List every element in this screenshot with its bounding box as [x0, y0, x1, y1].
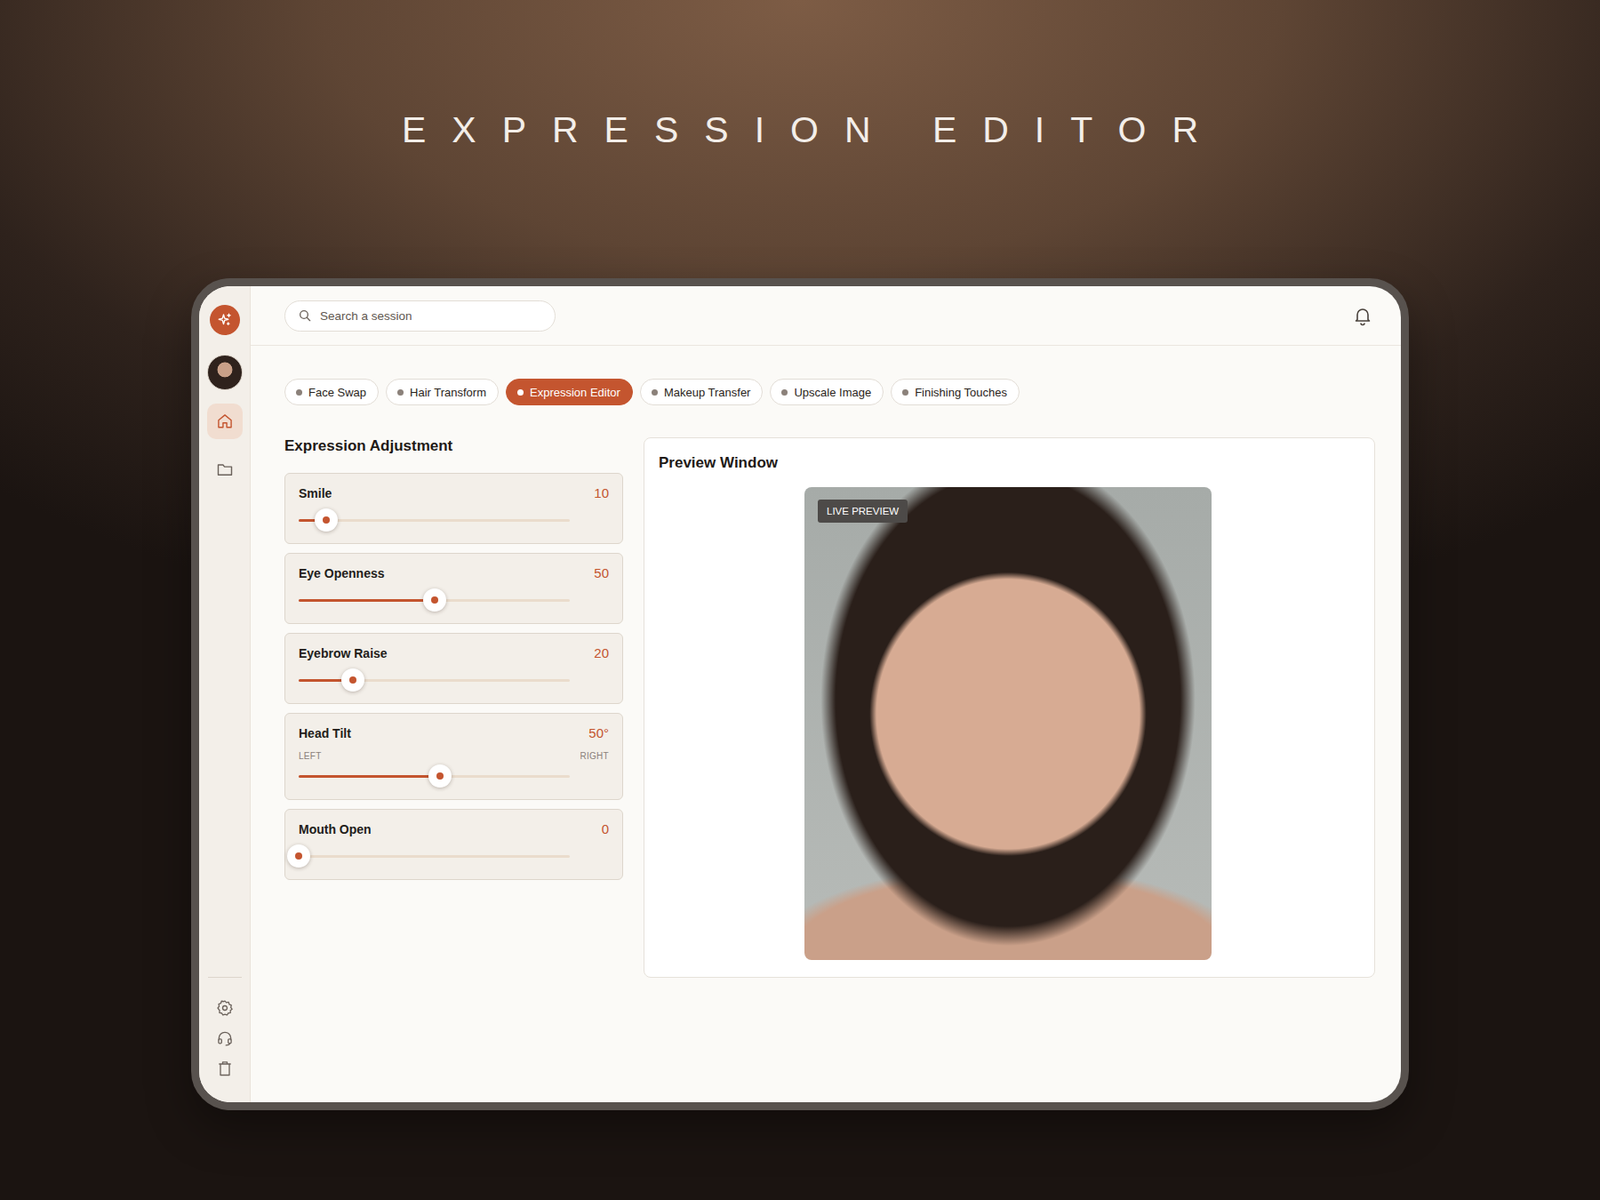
- top-bar: Search a session: [250, 286, 1401, 346]
- search-icon: [297, 308, 312, 323]
- sidebar-footer-item[interactable]: [212, 1025, 238, 1051]
- slider-reading: 0: [601, 821, 609, 838]
- tab-dot: [397, 389, 404, 396]
- slider-reading: 50: [593, 565, 609, 582]
- gear-icon: [216, 999, 234, 1017]
- slider[interactable]: [298, 764, 570, 788]
- slider[interactable]: [298, 668, 570, 692]
- sidebar-divider: [208, 976, 242, 978]
- slider-label: Smile: [298, 485, 332, 502]
- logo-icon[interactable]: [209, 304, 240, 336]
- sidebar: [199, 286, 251, 1103]
- adjustment-title: Expression Adjustment: [284, 437, 624, 456]
- preview-title: Preview Window: [658, 453, 1358, 473]
- sidebar-item[interactable]: [207, 451, 243, 488]
- user-avatar[interactable]: [207, 354, 243, 391]
- slider-label: Eyebrow Raise: [298, 645, 388, 662]
- search-placeholder: Search a session: [320, 309, 413, 323]
- search-field[interactable]: Search a session: [284, 300, 556, 332]
- headset-icon: [216, 1029, 234, 1048]
- tab-dot: [902, 389, 909, 396]
- range-labels: LEFT RIGHT: [298, 751, 609, 762]
- tool-tabs: Face Swap Hair Transform Expression Edit…: [284, 378, 1376, 406]
- tool-tab[interactable]: Face Swap: [284, 378, 379, 406]
- slider-fill: [298, 599, 435, 602]
- slider-reading: 20: [593, 645, 609, 662]
- slider-fill: [298, 775, 440, 778]
- page: EXPRESSION EDITOR Search a session Face …: [0, 0, 1600, 1200]
- preview-photo: LIVE PREVIEW: [804, 487, 1212, 960]
- slider-knob[interactable]: [287, 844, 311, 868]
- sidebar-item[interactable]: [207, 403, 243, 440]
- folder-icon: [216, 460, 234, 479]
- sidebar-footer-item[interactable]: [212, 995, 238, 1021]
- main-area: Search a session Face Swap Hair Transfor…: [250, 286, 1401, 1103]
- preview-panel: Preview Window LIVE PREVIEW: [643, 437, 1376, 978]
- slider-card: Mouth Open 0: [284, 808, 624, 880]
- app-screen: Search a session Face Swap Hair Transfor…: [199, 286, 1401, 1103]
- slider-track: [298, 855, 570, 858]
- notifications-button[interactable]: [1349, 302, 1376, 329]
- tool-tab[interactable]: Finishing Touches: [890, 378, 1020, 406]
- tab-dot: [296, 389, 303, 396]
- hero-title: EXPRESSION EDITOR: [376, 108, 1224, 152]
- tool-tab[interactable]: Makeup Transfer: [640, 378, 764, 406]
- slider-label: Eye Openness: [298, 565, 385, 582]
- device-frame: Search a session Face Swap Hair Transfor…: [191, 278, 1409, 1111]
- slider[interactable]: [298, 588, 570, 612]
- slider-card: Eyebrow Raise 20: [284, 632, 624, 704]
- slider[interactable]: [298, 844, 570, 868]
- slider-card: Eye Openness 50: [284, 552, 624, 624]
- slider-card: Smile 10: [284, 472, 624, 544]
- slider-reading: 50°: [588, 725, 609, 742]
- content: Face Swap Hair Transform Expression Edit…: [250, 345, 1401, 978]
- slider[interactable]: [298, 508, 570, 532]
- slider-knob[interactable]: [428, 764, 452, 788]
- home-icon: [216, 412, 234, 431]
- slider-knob[interactable]: [423, 588, 447, 612]
- slider-knob[interactable]: [314, 508, 338, 532]
- tab-dot: [517, 389, 524, 396]
- sidebar-footer-item[interactable]: [212, 1056, 238, 1081]
- slider-label: Mouth Open: [298, 821, 372, 838]
- slider-knob[interactable]: [341, 668, 365, 692]
- tab-dot: [781, 389, 788, 396]
- live-preview-badge: LIVE PREVIEW: [817, 499, 908, 523]
- tool-tab[interactable]: Expression Editor: [505, 378, 633, 406]
- adjustment-panel: Expression Adjustment Smile 10 Eye Openn…: [284, 437, 624, 880]
- tab-dot: [651, 389, 658, 396]
- tool-tab[interactable]: Hair Transform: [385, 378, 499, 406]
- slider-track: [298, 519, 570, 522]
- slider-label: Head Tilt: [298, 725, 352, 742]
- bell-icon: [1352, 304, 1374, 327]
- tool-tab[interactable]: Upscale Image: [769, 378, 884, 406]
- slider-card: Head Tilt 50° LEFT RIGHT: [284, 712, 624, 800]
- trash-icon: [216, 1059, 234, 1078]
- slider-reading: 10: [593, 485, 609, 502]
